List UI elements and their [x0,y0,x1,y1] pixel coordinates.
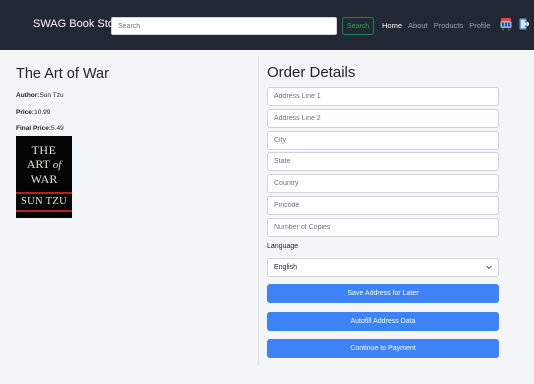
language-selected-value: English [274,264,297,271]
author-label: Author: [16,92,40,99]
language-label: Language [267,243,299,250]
final-price-label: Final Price: [16,125,52,132]
cover-line-author: SUN TZU [21,196,67,207]
state-input[interactable] [267,152,499,171]
pincode-input[interactable] [267,196,499,215]
book-price: Price:10.99 [16,109,50,116]
cover-word-art: ART [26,157,50,171]
column-divider [258,56,259,366]
author-value: Sun Tzu [39,92,64,99]
price-value: 10.99 [34,109,51,116]
cart-icon[interactable] [500,17,512,31]
number-of-copies-input[interactable] [267,218,499,237]
continue-to-payment-button[interactable]: Continue to Payment [267,339,499,358]
country-input[interactable] [267,174,499,193]
cover-line-art-of: ART of [16,157,72,172]
book-cover-image: THE ART of WAR SUN TZU [16,136,72,218]
order-details-title: Order Details [267,64,356,81]
book-final-price: Final Price:5.49 [16,125,64,132]
save-address-button[interactable]: Save Address for Later [267,284,499,303]
search-button[interactable]: Search [342,17,374,35]
autofill-address-button[interactable]: Autofill Address Data [267,312,499,331]
language-select[interactable]: English [267,258,499,277]
nav-links: Home About Products Profile [382,21,491,30]
nav-link-profile[interactable]: Profile [469,21,490,30]
book-title: The Art of War [16,66,109,82]
cover-red-bar-top [16,192,72,194]
nav-link-about[interactable]: About [408,21,428,30]
price-label: Price: [16,109,35,116]
cover-line-war: WAR [30,172,58,186]
nav-link-products[interactable]: Products [434,21,464,30]
chevron-down-icon [486,265,492,270]
city-input[interactable] [267,131,499,150]
cover-red-bar-bottom [16,210,72,212]
cover-line-the: THE [31,143,57,157]
nav-link-home[interactable]: Home [382,21,402,30]
navbar: SWAG Book Store Search Home About Produc… [0,0,534,50]
order-details-form: Order Details Language English Save Addr… [267,64,499,358]
search-input[interactable] [111,17,337,35]
address-line-1-input[interactable] [267,87,499,106]
cover-word-of: of [52,159,62,171]
address-line-2-input[interactable] [267,109,499,128]
final-price-value: 5.49 [51,125,64,132]
logout-icon[interactable] [519,18,529,30]
book-details: The Art of War Author:Sun Tzu Price:10.9… [16,66,256,132]
book-author: Author:Sun Tzu [16,92,64,99]
